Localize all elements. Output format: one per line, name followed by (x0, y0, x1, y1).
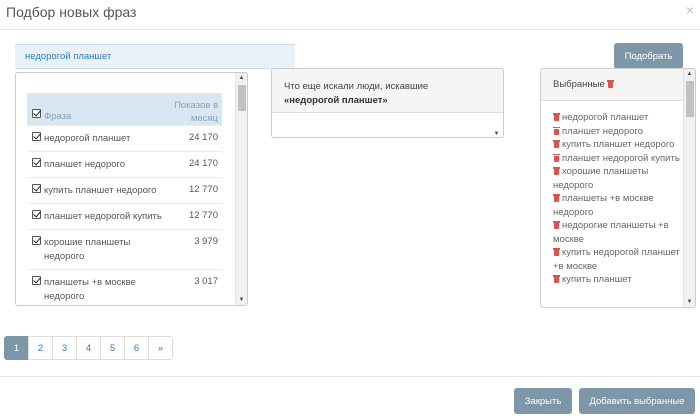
row-count: 24 170 (188, 158, 218, 169)
row-count: 3 017 (194, 276, 218, 287)
selected-item-label: недорогие планшеты +в москве (553, 220, 669, 245)
row-phrase: планшет недорогой купить (44, 211, 162, 222)
row-phrase: недорогой планшет (44, 133, 131, 144)
phrase-search-input[interactable] (15, 44, 295, 68)
row-phrase: хорошие планшеты недорого (44, 237, 131, 262)
table-row[interactable]: хорошие планшеты недорого 3 979 (27, 229, 222, 269)
list-item[interactable]: планшеты +в москве недорого (553, 192, 681, 219)
modal-title: Подбор новых фраз (6, 4, 137, 20)
row-checkbox[interactable] (32, 276, 41, 285)
page-2-link[interactable]: 2 (28, 336, 53, 360)
trash-icon[interactable] (553, 221, 560, 229)
also-searched-scrollbar[interactable]: ▼ (491, 113, 503, 137)
next-page-link[interactable]: » (148, 336, 173, 360)
selected-item-label: купить планшет недорого (562, 139, 675, 150)
row-count: 12 770 (188, 210, 218, 221)
list-item[interactable]: купить недорогой планшет +в москве (553, 246, 681, 273)
select-all-checkbox[interactable] (32, 109, 41, 118)
selected-item-label: купить недорогой планшет +в москве (553, 247, 680, 272)
row-count: 12 770 (188, 184, 218, 195)
footer-divider (0, 376, 700, 377)
search-input-border (15, 68, 295, 69)
also-searched-query: «недорогой планшет» (284, 95, 388, 106)
trash-icon[interactable] (553, 275, 560, 283)
trash-icon[interactable] (553, 167, 560, 175)
selected-scrollbar[interactable]: ▲ ▼ (683, 69, 695, 307)
scroll-down-arrow-icon[interactable]: ▼ (236, 296, 247, 304)
table-row[interactable]: купить планшет недорого 12 770 (27, 177, 222, 203)
header-divider (0, 29, 700, 30)
selected-item-label: хорошие планшеты недорого (553, 166, 649, 191)
close-icon[interactable]: × (686, 2, 694, 18)
selected-item-label: планшет недорогой купить (562, 152, 680, 164)
phrases-panel: Фраза Показов в месяц недорогой планшет … (15, 72, 248, 306)
list-item[interactable]: купить планшет недорого (553, 138, 681, 152)
also-searched-panel: Что еще искали люди, искавшие «недорогой… (271, 68, 504, 138)
also-searched-prefix: Что еще искали люди, искавшие (284, 81, 429, 92)
pick-button[interactable]: Подобрать (614, 43, 683, 69)
row-checkbox[interactable] (32, 132, 41, 141)
list-item[interactable]: купить планшет (553, 273, 681, 287)
row-phrase: планшеты +в москве недорого (44, 277, 136, 302)
page-4-link[interactable]: 4 (76, 336, 101, 360)
trash-icon[interactable] (553, 140, 560, 148)
page-5-link[interactable]: 5 (100, 336, 125, 360)
selected-header: Выбранные (541, 69, 695, 101)
table-row[interactable]: планшет недорого 24 170 (27, 151, 222, 177)
row-phrase: планшет недорого (44, 159, 126, 170)
selected-panel: Выбранные недорогой планшет планшет недо… (540, 68, 696, 308)
close-button[interactable]: Закрыть (514, 388, 572, 414)
table-row[interactable]: недорогой планшет 24 170 (27, 125, 222, 151)
scroll-down-arrow-icon[interactable]: ▼ (491, 130, 502, 137)
also-searched-header: Что еще искали люди, искавшие «недорогой… (272, 69, 503, 113)
selected-item-label: недорогой планшет (562, 112, 649, 123)
list-item[interactable]: планшет недорогой купить (553, 152, 681, 166)
row-phrase: купить планшет недорого (44, 185, 157, 196)
list-item[interactable]: хорошие планшеты недорого (553, 165, 681, 192)
row-checkbox[interactable] (32, 158, 41, 167)
selected-item-label: купить планшет (562, 274, 632, 285)
list-item[interactable]: недорогие планшеты +в москве (553, 219, 681, 246)
page-1-link[interactable]: 1 (4, 336, 29, 360)
selected-item-label: планшет недорого (562, 125, 644, 137)
trash-icon[interactable] (553, 153, 560, 162)
add-selected-button[interactable]: Добавить выбранные (579, 388, 695, 414)
list-item[interactable]: недорогой планшет (553, 111, 681, 125)
row-count: 24 170 (188, 132, 218, 143)
row-checkbox[interactable] (32, 210, 41, 219)
table-row[interactable]: планшеты +в москве недорого 3 017 (27, 269, 222, 305)
trash-icon[interactable] (553, 248, 560, 256)
scroll-up-arrow-icon[interactable]: ▲ (236, 74, 247, 82)
table-row[interactable]: планшет недорогой купить 12 770 (27, 203, 222, 229)
row-checkbox[interactable] (32, 236, 41, 245)
scroll-up-arrow-icon[interactable]: ▲ (684, 70, 695, 78)
trash-icon[interactable] (553, 113, 560, 121)
row-checkbox[interactable] (32, 184, 41, 193)
phrases-table-header: Фраза Показов в месяц (27, 93, 222, 125)
selected-list: недорогой планшет планшет недорого купит… (553, 111, 681, 287)
page-3-link[interactable]: 3 (52, 336, 77, 360)
phrases-scrollbar[interactable]: ▲ ▼ (235, 73, 247, 305)
trash-icon[interactable] (553, 126, 560, 135)
scrollbar-thumb[interactable] (238, 85, 246, 111)
column-header-count: Показов в месяц (174, 100, 218, 124)
pagination: 1 2 3 4 5 6 » (4, 336, 173, 360)
page-6-link[interactable]: 6 (124, 336, 149, 360)
scroll-down-arrow-icon[interactable]: ▼ (684, 298, 695, 306)
list-item[interactable]: планшет недорого (553, 125, 681, 139)
trash-icon[interactable] (607, 80, 615, 88)
selected-item-label: планшеты +в москве недорого (553, 193, 654, 218)
row-count: 3 979 (194, 236, 218, 247)
selected-title: Выбранные (553, 79, 605, 90)
column-header-phrase: Фраза (44, 111, 72, 122)
trash-icon[interactable] (553, 194, 560, 202)
scrollbar-thumb[interactable] (686, 81, 694, 117)
